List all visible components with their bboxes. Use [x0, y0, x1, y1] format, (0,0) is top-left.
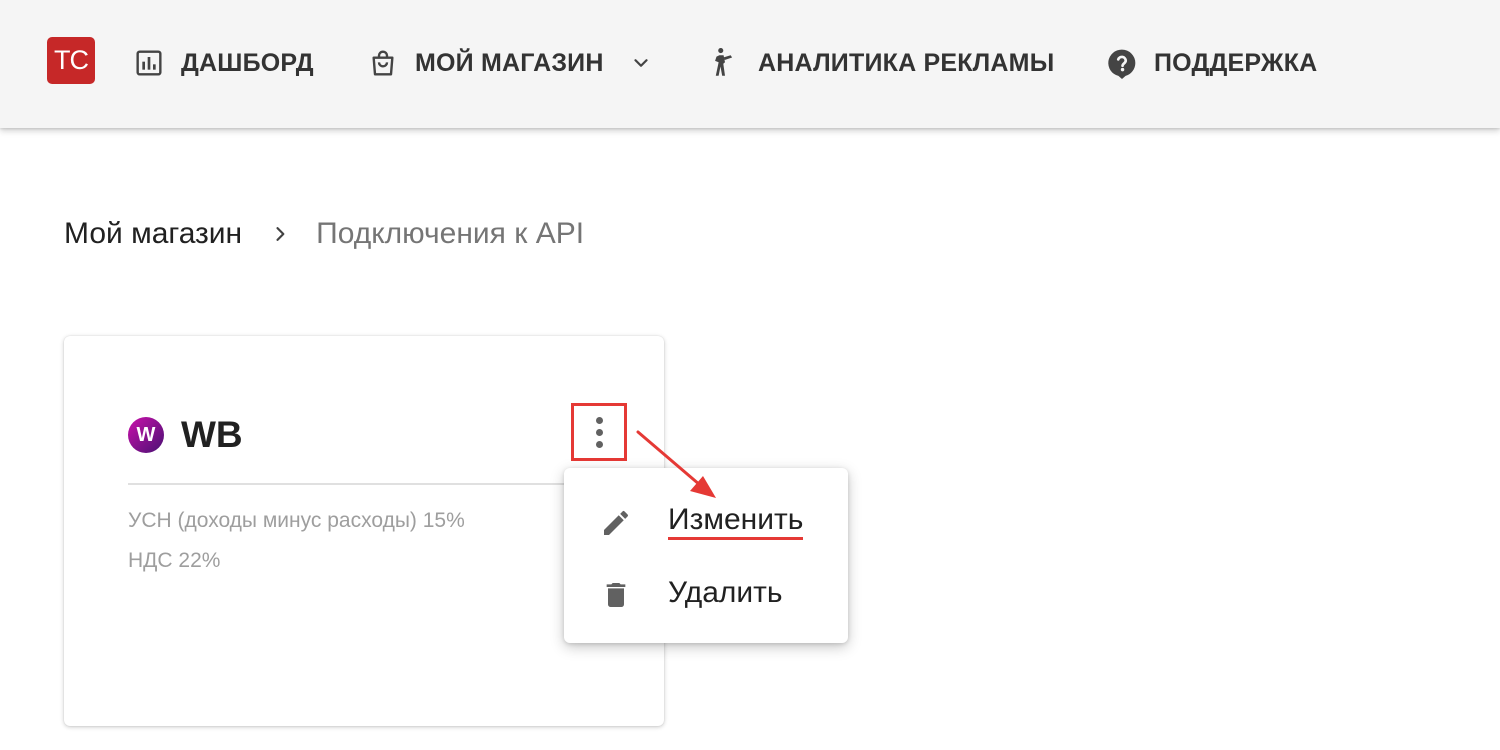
bar-chart-icon [136, 50, 162, 76]
walking-person-icon [715, 47, 733, 76]
dot [595, 428, 603, 436]
menu-item-delete[interactable]: Удалить [564, 562, 848, 624]
top-nav-bar: TC ДАШБОРД МОЙ МАГАЗИН АНАЛИТИКА РЕКЛАМЫ [0, 0, 1500, 128]
card-title: WB [181, 414, 243, 455]
nav-dashboard[interactable]: ДАШБОРД [133, 40, 314, 86]
trash-icon [606, 583, 626, 607]
divider [128, 483, 600, 485]
chevron-down-icon[interactable] [630, 52, 652, 74]
pencil-icon [604, 510, 629, 535]
tax-system-text: УСН (доходы минус расходы) 15% [128, 509, 465, 532]
wildberries-icon: W [128, 417, 164, 453]
shopping-bag-icon [372, 50, 394, 76]
card-header: W WB [128, 414, 243, 455]
menu-item-delete-label: Удалить [668, 576, 783, 609]
nav-ads-label: АНАЛИТИКА РЕКЛАМЫ [758, 48, 1055, 77]
breadcrumb-api-connections: Подключения к API [316, 217, 585, 250]
nav-my-shop-label: МОЙ МАГАЗИН [415, 48, 604, 77]
dot [595, 440, 603, 448]
help-circle-icon [1108, 49, 1136, 79]
vat-text: НДС 22% [128, 549, 221, 572]
chevron-right-icon [270, 224, 290, 244]
options-menu: Изменить Удалить [564, 468, 848, 643]
nav-my-shop[interactable]: МОЙ МАГАЗИН [367, 40, 652, 86]
logo[interactable]: TC [47, 37, 95, 84]
nav-dashboard-label: ДАШБОРД [181, 48, 314, 77]
more-options-button[interactable] [571, 403, 627, 461]
nav-support[interactable]: ПОДДЕРЖКА [1106, 40, 1317, 86]
dot [595, 416, 603, 424]
nav-ads-analytics[interactable]: АНАЛИТИКА РЕКЛАМЫ [708, 40, 1054, 86]
breadcrumb: Мой магазин Подключения к API [64, 212, 584, 256]
nav-support-label: ПОДДЕРЖКА [1154, 48, 1318, 77]
menu-item-edit-label: Изменить [668, 503, 804, 540]
menu-item-edit[interactable]: Изменить [564, 490, 848, 552]
breadcrumb-my-shop[interactable]: Мой магазин [64, 217, 242, 251]
